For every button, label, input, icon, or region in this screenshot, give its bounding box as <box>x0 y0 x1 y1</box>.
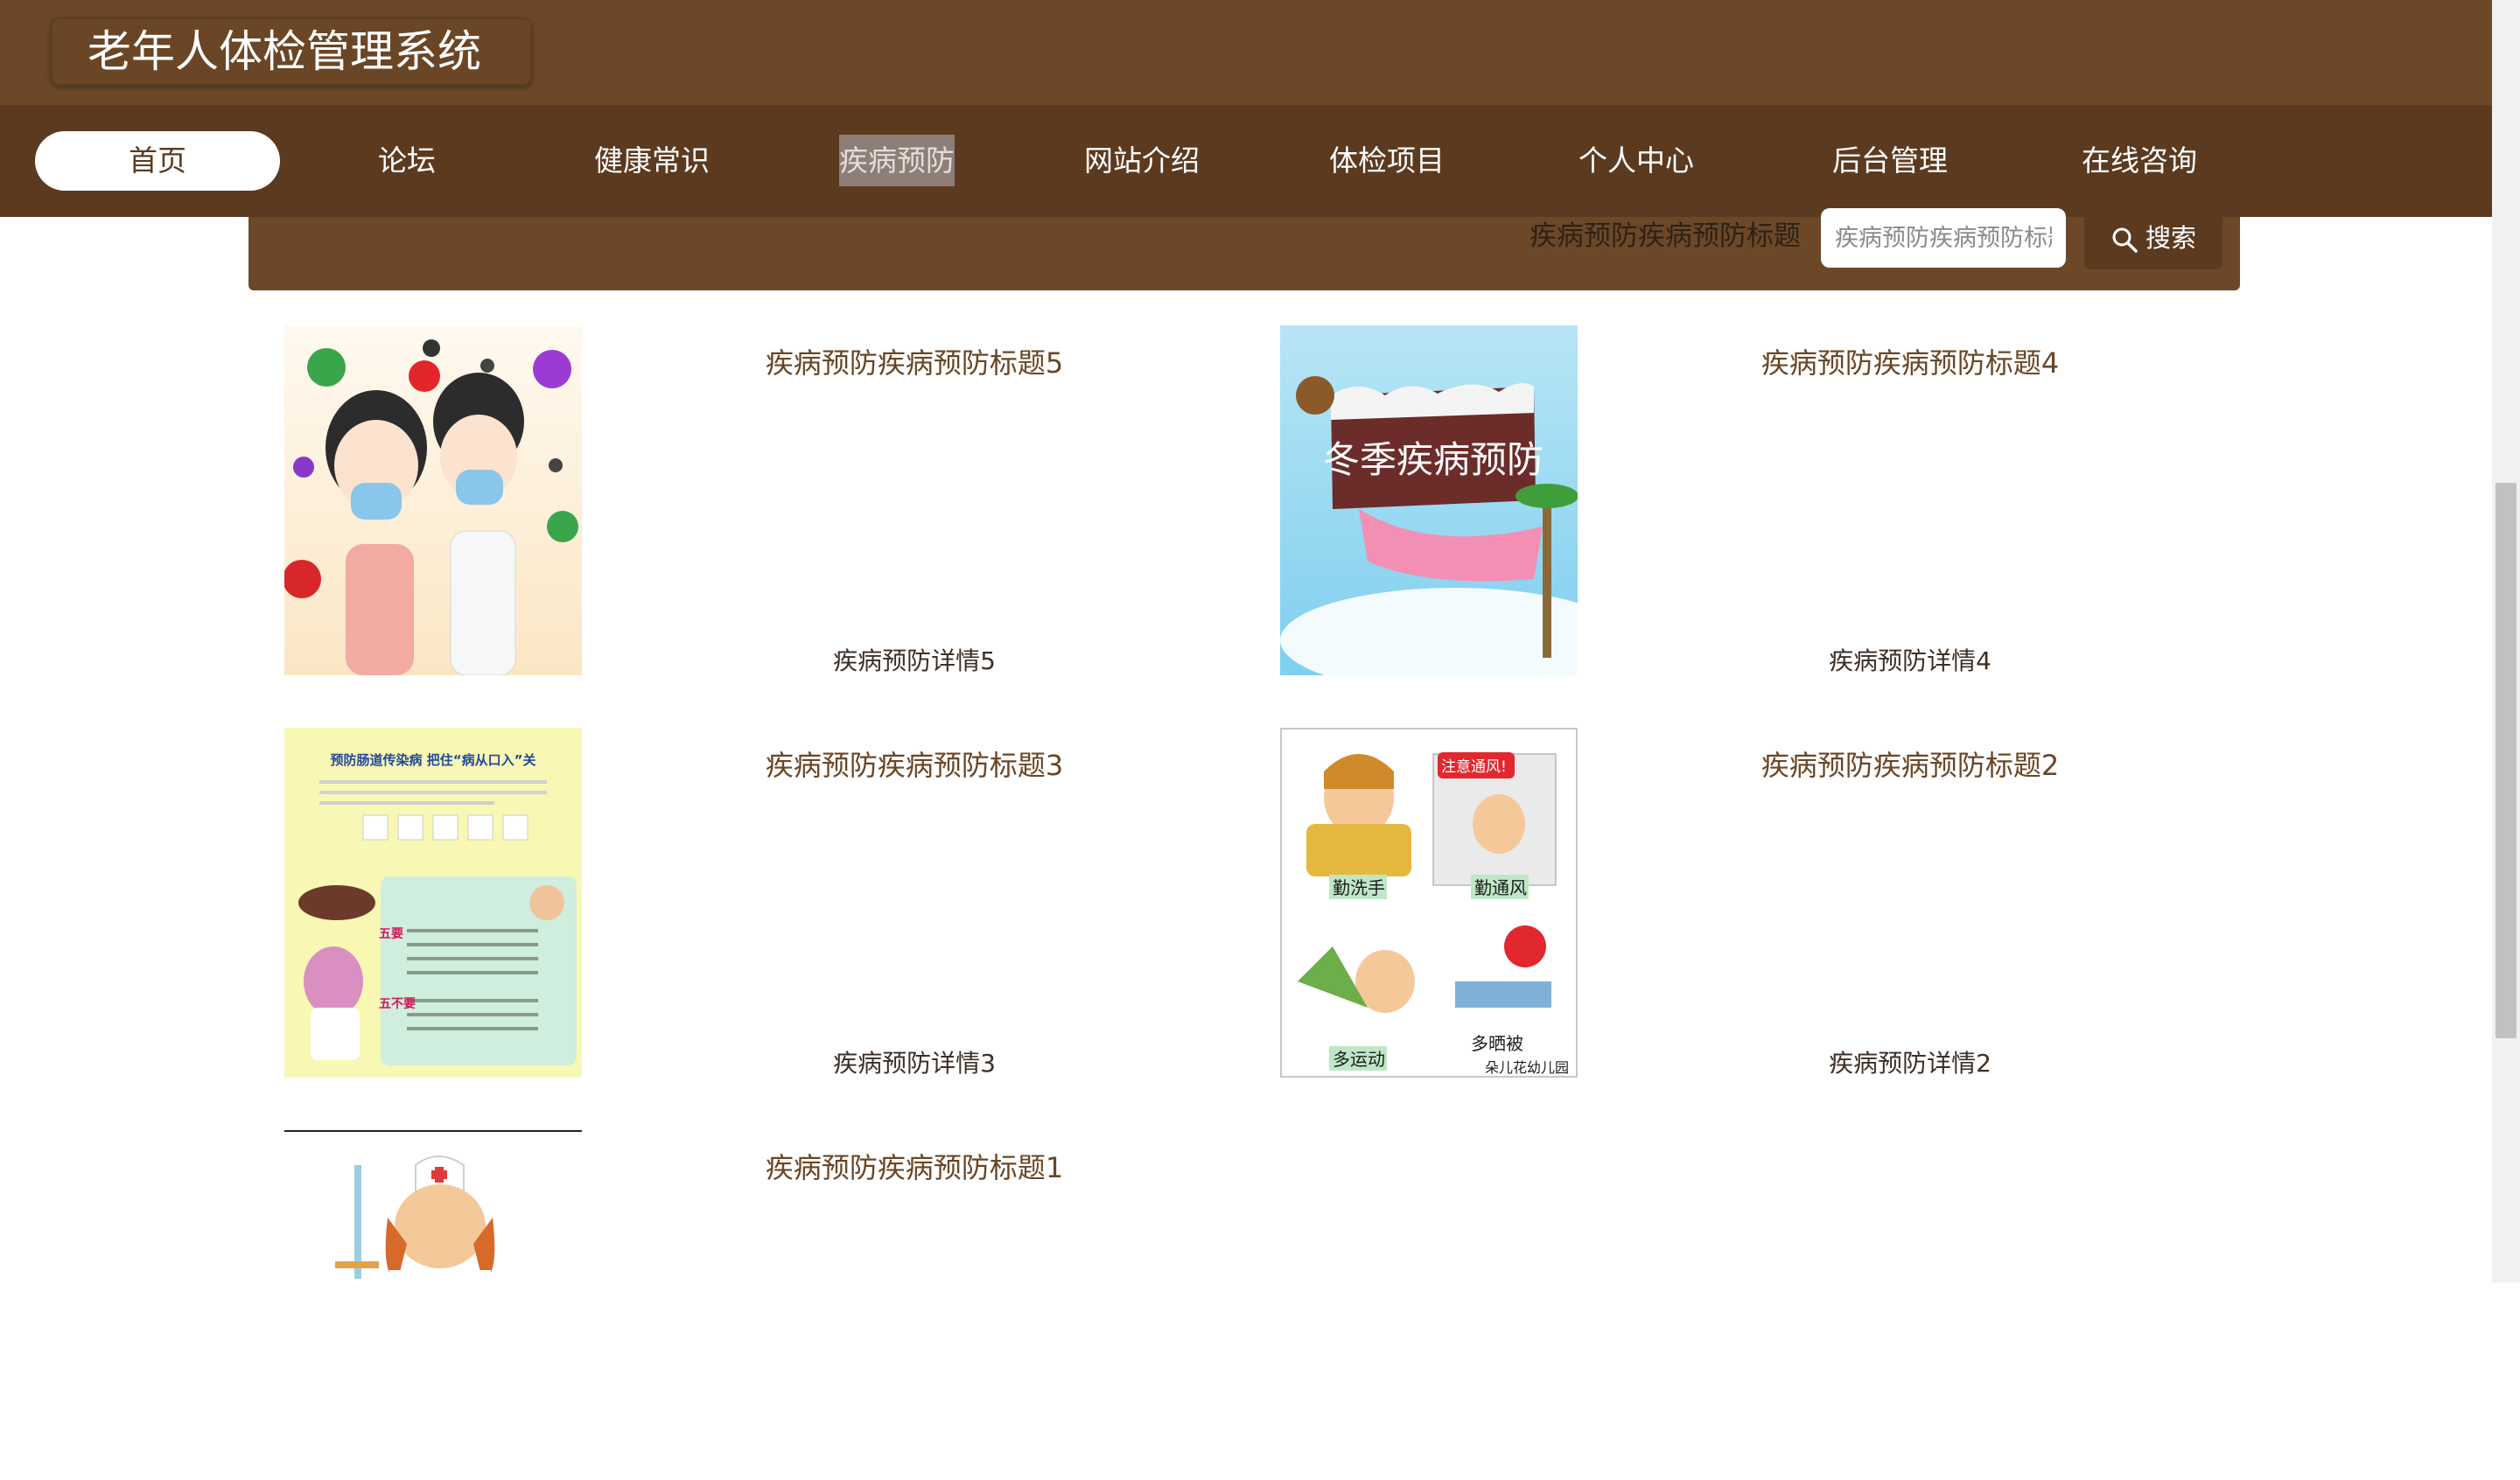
search-input[interactable] <box>1821 208 2066 268</box>
nav-item-home[interactable]: 首页 <box>35 131 280 191</box>
top-header: 老年人体检管理系统 <box>0 0 2492 105</box>
search-icon <box>2112 227 2138 253</box>
app-title[interactable]: 老年人体检管理系统 <box>51 17 532 86</box>
search-button-label: 搜索 <box>2145 223 2196 253</box>
article-detail: 疾病预防详情5 <box>833 646 996 675</box>
article-detail: 疾病预防详情3 <box>833 1049 996 1078</box>
article-image[interactable] <box>284 325 582 675</box>
article-detail: 疾病预防详情2 <box>1829 1049 1992 1078</box>
article-title[interactable]: 疾病预防疾病预防标题2 <box>1595 743 2225 784</box>
article-image[interactable]: 冬季疾病预防 <box>1280 325 1578 675</box>
nav-item-forum[interactable]: 论坛 <box>337 131 477 191</box>
article-title[interactable]: 疾病预防疾病预防标题4 <box>1595 341 2225 381</box>
poster-text: 多晒被 <box>1471 1033 1523 1054</box>
article-title[interactable]: 疾病预防疾病预防标题1 <box>599 1146 1229 1186</box>
article-image[interactable] <box>284 1130 582 1480</box>
nav-item-disease-prevention-label: 疾病预防 <box>839 135 955 186</box>
poster-text: 朵儿花幼儿园 <box>1485 1059 1569 1076</box>
article-title[interactable]: 疾病预防疾病预防标题5 <box>599 341 1229 381</box>
poster-text: 注意通风! <box>1441 758 1507 776</box>
scrollbar-thumb[interactable] <box>2496 483 2516 1038</box>
article-title[interactable]: 疾病预防疾病预防标题3 <box>599 743 1229 784</box>
nav-item-online-consult[interactable]: 在线咨询 <box>2048 131 2231 191</box>
poster-text: 勤洗手 <box>1333 877 1385 898</box>
nav-item-exam-items[interactable]: 体检项目 <box>1295 131 1479 191</box>
nav-item-site-intro[interactable]: 网站介绍 <box>1050 131 1234 191</box>
search-button[interactable]: 搜索 <box>2084 206 2222 269</box>
svg-text:五要: 五要 <box>379 927 403 941</box>
article-detail: 疾病预防详情4 <box>1829 646 1992 675</box>
list-item[interactable]: 疾病预防疾病预防标题5 疾病预防详情5 <box>284 325 1247 675</box>
article-image[interactable]: 勤洗手 勤通风 多运动 多晒被 注意通风! 朵儿花幼儿园 <box>1280 728 1578 1078</box>
banner-text: 冬季疾病预防 <box>1323 438 1544 481</box>
poster-text: 多运动 <box>1333 1049 1385 1070</box>
poster-text: 勤通风 <box>1474 877 1527 898</box>
list-item[interactable]: 冬季疾病预防 疾病预防疾病预防标题4 疾病预防详情4 <box>1280 325 2243 675</box>
nav-item-personal-center[interactable]: 个人中心 <box>1544 131 1728 191</box>
poster-heading: 预防肠道传染病 把住“病从口入”关 <box>331 752 536 768</box>
list-item[interactable]: 疾病预防疾病预防标题1 <box>284 1130 1247 1480</box>
article-image[interactable]: 预防肠道传染病 把住“病从口入”关 五要 五不要 <box>284 728 582 1078</box>
svg-text:五不要: 五不要 <box>379 997 416 1011</box>
main-nav: 首页 论坛 健康常识 疾病预防 网站介绍 体检项目 个人中心 后台管理 在线咨询 <box>0 105 2492 217</box>
list-item[interactable]: 预防肠道传染病 把住“病从口入”关 五要 五不要 疾病预防疾病预防标题3 疾病预… <box>284 728 1247 1078</box>
search-bar: 疾病预防疾病预防标题 搜索 <box>248 206 2240 290</box>
nav-item-disease-prevention[interactable]: 疾病预防 <box>805 131 989 191</box>
nav-item-health-knowledge[interactable]: 健康常识 <box>560 131 744 191</box>
list-item[interactable]: 勤洗手 勤通风 多运动 多晒被 注意通风! 朵儿花幼儿园 疾病预防疾病预防标题2… <box>1280 728 2243 1078</box>
search-label: 疾病预防疾病预防标题 <box>1530 220 1801 252</box>
nav-item-admin[interactable]: 后台管理 <box>1798 131 1982 191</box>
